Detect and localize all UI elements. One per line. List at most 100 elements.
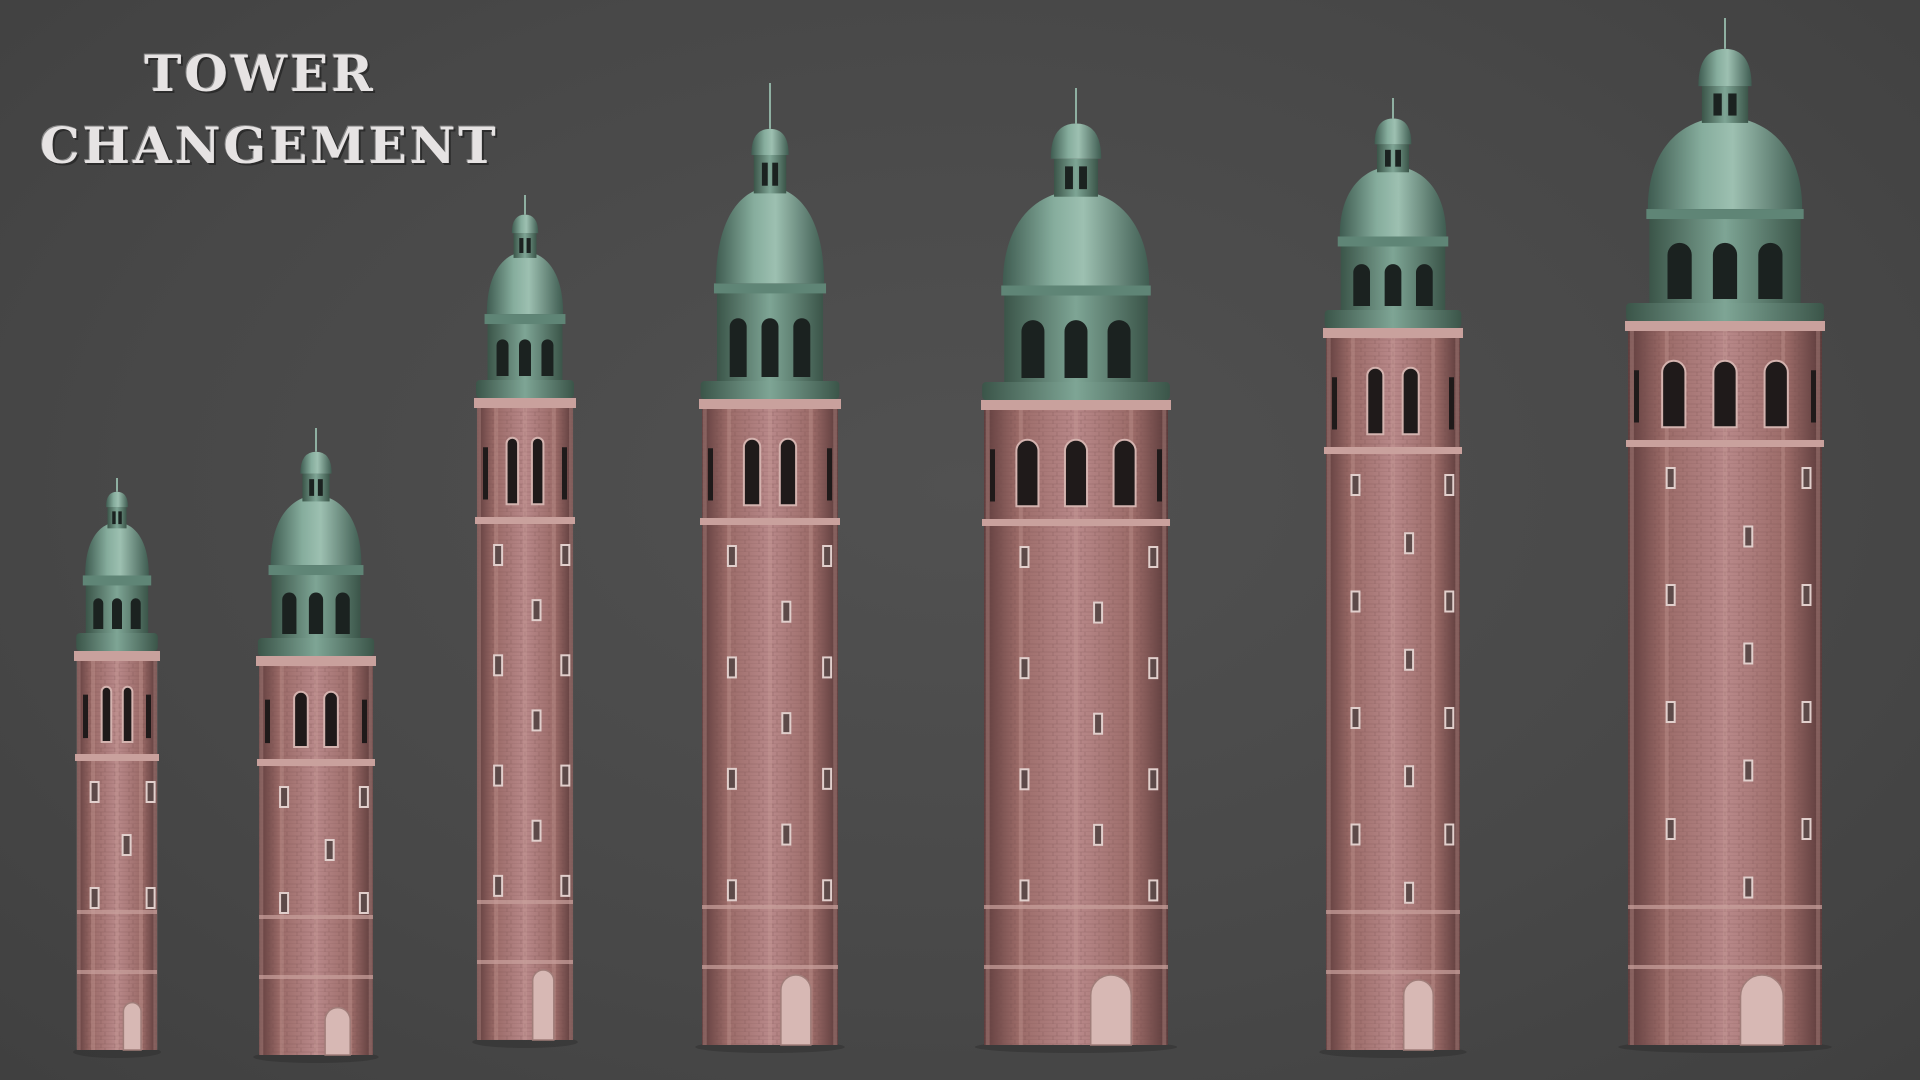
belfry-cornice — [1337, 236, 1449, 247]
lantern-opening — [1395, 149, 1401, 167]
pilaster — [768, 403, 772, 1045]
door — [122, 1001, 142, 1051]
pilaster — [1816, 325, 1821, 1045]
belfry-arch — [1353, 264, 1371, 306]
window-pane — [533, 821, 540, 840]
window-pane — [1745, 527, 1752, 546]
pilaster — [727, 403, 732, 1045]
door — [780, 974, 812, 1046]
lower-band — [984, 965, 1168, 969]
window-pane — [1021, 548, 1028, 566]
belfry-arch — [1021, 320, 1045, 378]
side-opening — [483, 447, 488, 500]
pilaster — [153, 655, 158, 1050]
lantern-opening — [112, 511, 116, 525]
side-opening — [827, 448, 832, 501]
lower-band — [1628, 965, 1822, 969]
string-course — [700, 518, 840, 525]
cornice — [474, 398, 576, 408]
window-pane — [1667, 820, 1674, 838]
dome — [486, 251, 564, 315]
window-pane — [1150, 770, 1157, 789]
tower-7 — [1618, 18, 1832, 1053]
window-pane — [783, 825, 790, 844]
door — [324, 1006, 351, 1056]
window-pane — [360, 894, 367, 912]
arched-window — [1366, 366, 1385, 436]
render-canvas: TOWER CHANGEMENT — [0, 0, 1920, 1080]
mini-dome — [1698, 48, 1752, 87]
side-opening — [362, 699, 367, 744]
window-pane — [783, 602, 790, 621]
lower-band — [77, 970, 157, 974]
lower-band — [702, 965, 838, 969]
window-pane — [824, 769, 831, 788]
pilaster — [1629, 325, 1634, 1045]
pilaster — [259, 660, 264, 1055]
belfry-arch — [496, 339, 509, 376]
string-course — [1324, 447, 1462, 454]
cornice — [981, 400, 1171, 410]
belfry-arch — [761, 318, 779, 377]
belfry-base — [76, 633, 158, 651]
lantern-opening — [526, 238, 531, 253]
belfry-base — [982, 382, 1170, 400]
door — [531, 969, 555, 1041]
side-opening — [990, 449, 995, 502]
window-pane — [1446, 709, 1453, 727]
lantern-opening — [1065, 166, 1073, 190]
window-pane — [562, 546, 569, 564]
side-opening — [1634, 370, 1639, 423]
side-opening — [1332, 377, 1337, 430]
window-pane — [1352, 592, 1359, 611]
window-pane — [1150, 659, 1157, 678]
arched-window — [742, 437, 762, 507]
cornice — [699, 399, 841, 409]
window-pane — [281, 788, 288, 806]
belfry-arch — [1384, 264, 1402, 306]
mini-dome — [1050, 123, 1102, 159]
window-pane — [1095, 825, 1102, 844]
belfry-arch — [1712, 242, 1738, 299]
pilaster — [139, 655, 143, 1050]
side-opening — [562, 447, 567, 500]
belfry-arch — [1064, 320, 1088, 378]
window-pane — [147, 889, 154, 907]
pilaster — [569, 402, 574, 1040]
window-pane — [1745, 644, 1752, 663]
window-pane — [326, 841, 333, 859]
window-pane — [533, 711, 540, 730]
belfry-base — [476, 380, 574, 398]
pilaster — [1326, 332, 1331, 1050]
window-pane — [1745, 761, 1752, 780]
arched-window — [1712, 359, 1738, 429]
window-pane — [1667, 586, 1674, 604]
window-pane — [1352, 476, 1359, 494]
belfry-arch — [541, 339, 554, 376]
lantern-opening — [761, 162, 768, 186]
lower-band — [77, 910, 157, 914]
window-pane — [1803, 469, 1810, 487]
pilaster — [1350, 332, 1355, 1050]
belfry-base — [257, 638, 375, 656]
lower-band — [702, 905, 838, 909]
pilaster — [368, 660, 373, 1055]
lantern — [1377, 144, 1409, 173]
arched-window — [1112, 438, 1137, 508]
lantern — [1054, 158, 1098, 197]
arched-window — [121, 685, 134, 744]
lantern-opening — [317, 479, 323, 496]
window-pane — [824, 881, 831, 900]
window-pane — [1446, 476, 1453, 494]
lantern-opening — [1385, 149, 1391, 167]
pilaster — [551, 402, 556, 1040]
belfry-arch — [308, 592, 324, 634]
window-pane — [495, 766, 502, 785]
window-pane — [1406, 883, 1413, 902]
belfry-arch — [130, 598, 141, 629]
arched-window — [505, 436, 520, 506]
arched-window — [1763, 359, 1789, 429]
lower-band — [259, 975, 373, 979]
window-pane — [1667, 703, 1674, 721]
belfry-arch — [1415, 264, 1433, 306]
